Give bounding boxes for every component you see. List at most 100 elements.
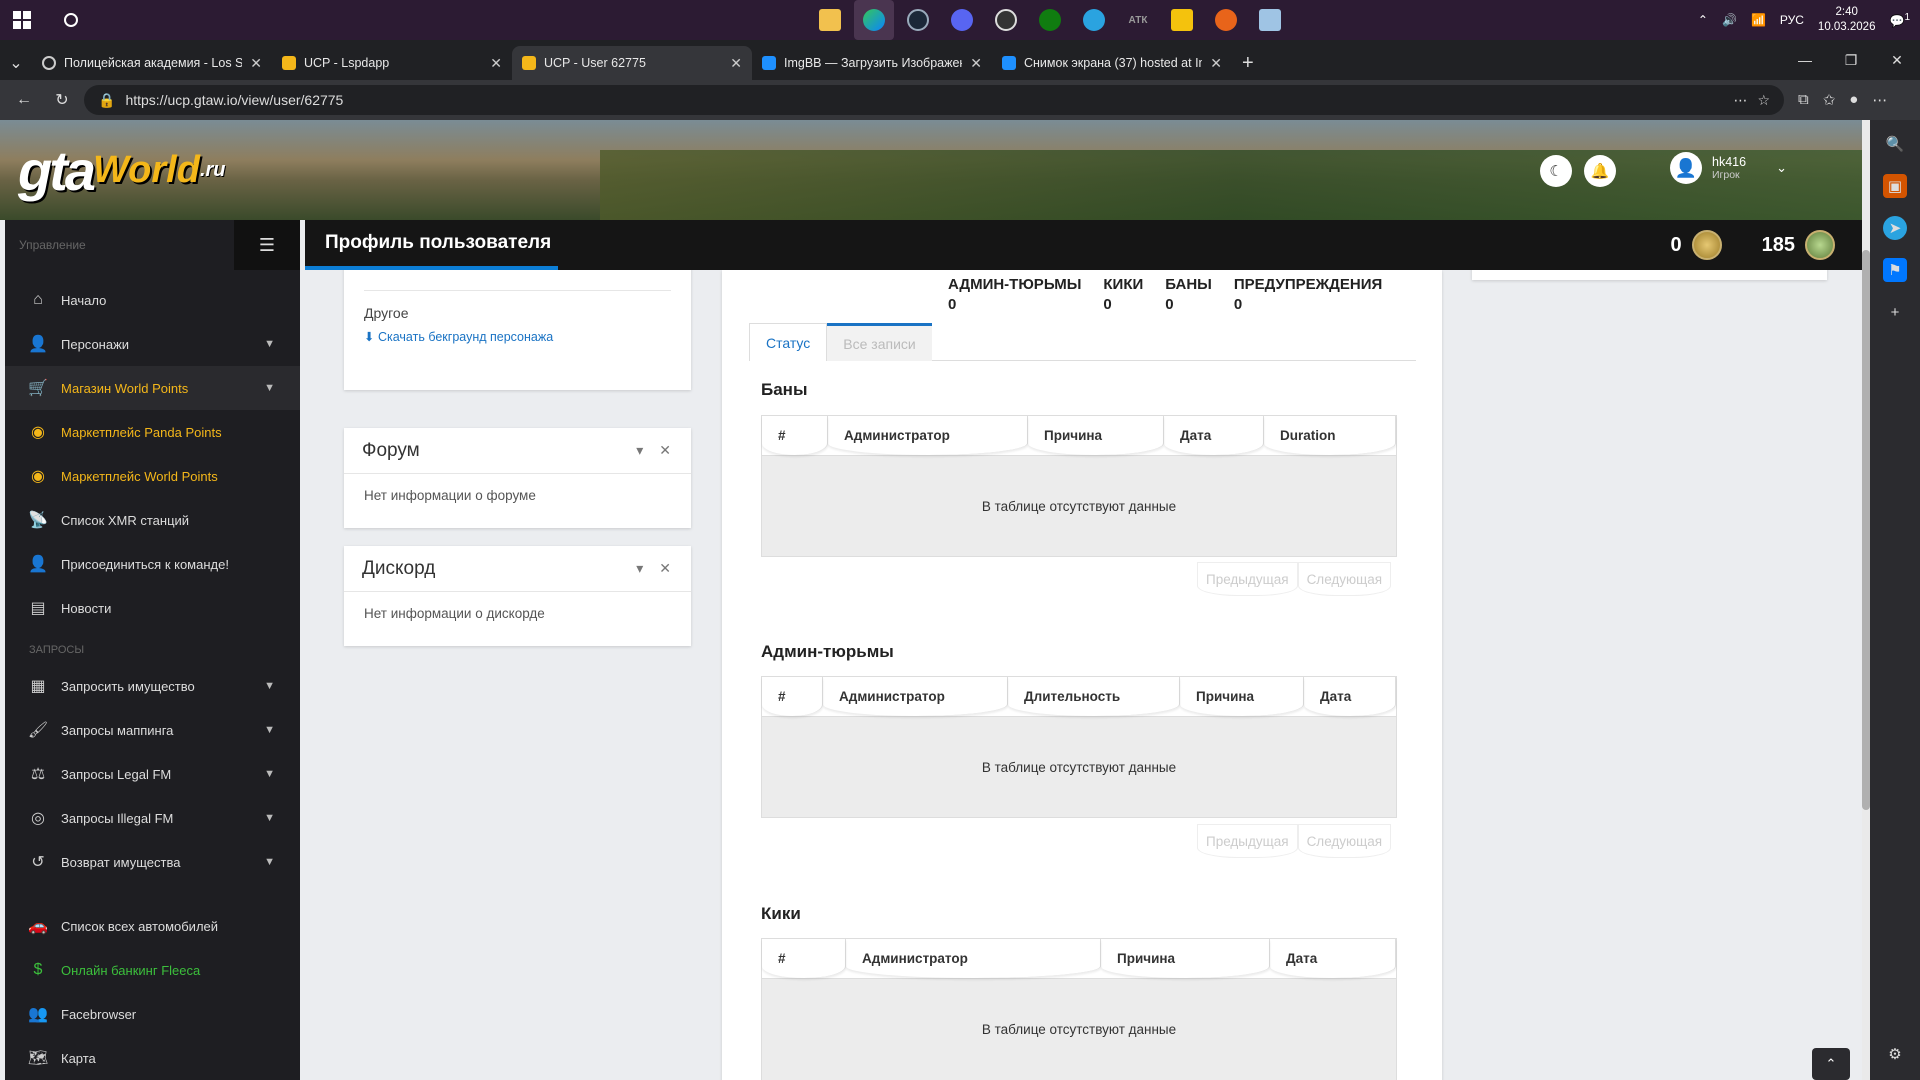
steam-icon[interactable] (898, 0, 938, 40)
sidebar-item-legal-fm[interactable]: ⚖ Запросы Legal FM ▼ (5, 752, 300, 796)
sidebar-item-cars[interactable]: 🚗 Список всех автомобилей (5, 904, 300, 948)
user-menu[interactable]: 👤 hk416 Игрок ⌄ (1670, 152, 1787, 184)
extensions-icon[interactable]: ⧉ (1798, 91, 1809, 109)
col-header[interactable]: Администратор (846, 939, 1101, 978)
microphone-app-icon[interactable] (1206, 0, 1246, 40)
settings-gear-icon[interactable]: ⚙ (1883, 1042, 1907, 1066)
col-header[interactable]: # (762, 416, 828, 455)
collapse-caret-icon[interactable]: ▾ (636, 442, 643, 459)
lock-icon[interactable]: 🔒 (98, 92, 115, 109)
xbox-icon[interactable] (1030, 0, 1070, 40)
download-background-link[interactable]: ⬇ Скачать бекграунд персонажа (364, 329, 671, 344)
search-icon[interactable]: 🔍 (1883, 132, 1907, 156)
atk-app-icon[interactable]: АТК (1118, 0, 1158, 40)
col-header[interactable]: Администратор (828, 416, 1028, 455)
sidebar-item-characters[interactable]: 👤 Персонажи ▼ (5, 322, 300, 366)
scroll-to-top-button[interactable]: ⌃ (1812, 1048, 1850, 1080)
search-circle-icon[interactable] (64, 13, 78, 27)
close-tab-icon[interactable]: ✕ (1210, 55, 1222, 72)
close-window-icon[interactable]: ✕ (1874, 40, 1920, 80)
sidebar-item-property[interactable]: ▦ Запросить имущество ▼ (5, 664, 300, 708)
browser-tab[interactable]: Снимок экрана (37) hosted at Img...✕ (992, 46, 1232, 80)
col-header[interactable]: # (762, 677, 823, 716)
browser-menu-icon[interactable]: ⋯ (1872, 91, 1887, 109)
close-icon[interactable]: ✕ (659, 442, 671, 459)
telegram-icon[interactable]: ➤ (1883, 216, 1907, 240)
profile-avatar-icon[interactable]: ● (1849, 91, 1858, 109)
back-arrow-icon[interactable]: ← (8, 84, 40, 116)
reload-icon[interactable]: ↻ (46, 84, 78, 116)
sidebar-item-map[interactable]: 🗺 Карта (5, 1036, 300, 1080)
clock[interactable]: 2:40 10.03.2026 (1818, 5, 1876, 35)
scrollbar-thumb[interactable] (1862, 250, 1870, 810)
new-tab-plus-icon[interactable]: + (1232, 46, 1264, 80)
col-header[interactable]: Причина (1180, 677, 1304, 716)
col-header[interactable]: Длительность (1008, 677, 1180, 716)
edge-browser-icon[interactable] (854, 0, 894, 40)
windows-start-icon[interactable] (0, 0, 44, 40)
sidebar-item-news[interactable]: ▤ Новости (5, 586, 300, 630)
tab-actions-chevron-icon[interactable]: ⌄ (0, 46, 32, 80)
col-header[interactable]: Дата (1270, 939, 1396, 978)
sidebar-item-fleeca[interactable]: $ Онлайн банкинг Fleeca (5, 948, 300, 992)
discord-icon[interactable] (942, 0, 982, 40)
network-icon[interactable]: 📶 (1751, 13, 1766, 27)
col-header[interactable]: Причина (1028, 416, 1164, 455)
favorites-icon[interactable]: ✩ (1823, 91, 1836, 109)
close-tab-icon[interactable]: ✕ (970, 55, 982, 72)
close-icon[interactable]: ✕ (659, 560, 671, 577)
file-explorer-icon[interactable] (810, 0, 850, 40)
minimize-icon[interactable]: — (1782, 40, 1828, 80)
notes-app-icon[interactable] (1250, 0, 1290, 40)
gta-world-logo[interactable]: gta World .ru (18, 130, 226, 210)
browser-tab[interactable]: Полицейская академия - Los San...✕ (32, 46, 272, 80)
close-tab-icon[interactable]: ✕ (250, 55, 262, 72)
sidebar-item-panda-market[interactable]: ◉ Маркетплейс Panda Points (5, 410, 300, 454)
sidebar-item-facebrowser[interactable]: 👥 Facebrowser (5, 992, 300, 1036)
telegram-icon[interactable] (1074, 0, 1114, 40)
browser-tab-active[interactable]: UCP - User 62775 ✕ (512, 46, 752, 80)
tools-icon[interactable]: ▣ (1883, 174, 1907, 198)
next-button[interactable]: Следующая (1297, 824, 1392, 858)
col-header[interactable]: Дата (1304, 677, 1396, 716)
page-scrollbar[interactable] (1862, 120, 1870, 1080)
col-header[interactable]: Причина (1101, 939, 1270, 978)
vpn-lock-icon[interactable] (1162, 0, 1202, 40)
browser-tab[interactable]: UCP - Lspdapp ✕ (272, 46, 512, 80)
sidebar-item-join-team[interactable]: 👤 Присоединиться к команде! (5, 542, 300, 586)
language-indicator[interactable]: РУС (1780, 13, 1804, 27)
tab-status[interactable]: Статус (749, 323, 828, 361)
favorite-star-icon[interactable]: ☆ (1757, 92, 1770, 109)
col-header[interactable]: # (762, 939, 846, 978)
sidebar-item-property-return[interactable]: ↺ Возврат имущества ▼ (5, 840, 300, 884)
sidebar-item-wp-market[interactable]: ◉ Маркетплейс World Points (5, 454, 300, 498)
collapse-caret-icon[interactable]: ▾ (636, 560, 643, 577)
col-header[interactable]: Duration (1264, 416, 1396, 455)
tab-all-records[interactable]: Все записи (827, 323, 932, 361)
sidebar-item-wp-shop[interactable]: 🛒 Магазин World Points ▼ (5, 366, 300, 410)
reader-icon[interactable]: ⋯ (1733, 92, 1747, 109)
obs-icon[interactable] (986, 0, 1026, 40)
sidebar-item-illegal-fm[interactable]: ◎ Запросы Illegal FM ▼ (5, 796, 300, 840)
dark-mode-moon-icon[interactable]: ☾ (1540, 155, 1572, 187)
sidebar-item-xmr[interactable]: 📡 Список XMR станций (5, 498, 300, 542)
sidebar-item-mapping[interactable]: 🖌 Запросы маппинга ▼ (5, 708, 300, 752)
tray-chevron-icon[interactable]: ⌃ (1698, 13, 1708, 27)
prev-button[interactable]: Предыдущая (1197, 562, 1298, 596)
next-button[interactable]: Следующая (1297, 562, 1392, 596)
volume-icon[interactable]: 🔊 (1722, 13, 1737, 27)
browser-tab[interactable]: ImgBB — Загрузить Изображени...✕ (752, 46, 992, 80)
hamburger-menu-icon[interactable]: ☰ (234, 220, 300, 270)
vk-icon[interactable]: ⚑ (1883, 258, 1907, 282)
notifications-icon[interactable]: 💬1 (1889, 12, 1910, 28)
col-header[interactable]: Дата (1164, 416, 1264, 455)
close-tab-icon[interactable]: ✕ (730, 55, 742, 72)
prev-button[interactable]: Предыдущая (1197, 824, 1298, 858)
col-header[interactable]: Администратор (823, 677, 1008, 716)
maximize-icon[interactable]: ❐ (1828, 40, 1874, 80)
bell-icon[interactable]: 🔔 (1584, 155, 1616, 187)
close-tab-icon[interactable]: ✕ (490, 55, 502, 72)
url-input[interactable]: 🔒 https://ucp.gtaw.io/view/user/62775 ⋯ … (84, 85, 1784, 115)
sidebar-item-home[interactable]: ⌂ Начало (5, 278, 300, 322)
add-icon[interactable]: + (1883, 300, 1907, 324)
